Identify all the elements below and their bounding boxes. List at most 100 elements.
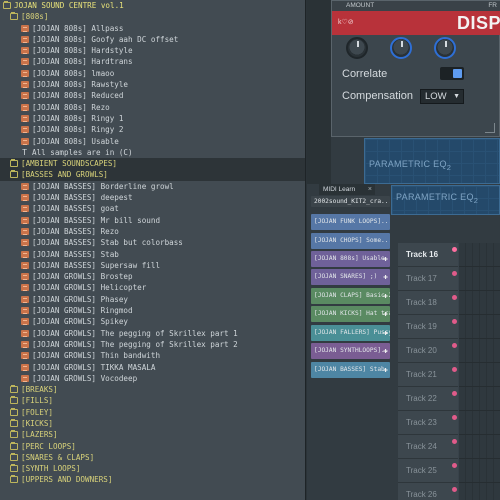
- track-mute-icon[interactable]: [452, 415, 457, 420]
- browser-file-item[interactable]: [JOJAN GROWLS] Thin bandwith: [0, 350, 305, 361]
- compensation-select[interactable]: LOW ▼: [420, 89, 464, 104]
- track-mute-icon[interactable]: [452, 463, 457, 468]
- sample-browser[interactable]: JOJAN SOUND CENTRE vol.1 [808s] [JOJAN 808…: [0, 0, 306, 500]
- add-icon[interactable]: ✚: [383, 343, 388, 359]
- track-lane[interactable]: [459, 339, 500, 363]
- browser-file-item[interactable]: [JOJAN GROWLS] Vocodeep: [0, 373, 305, 384]
- browser-file-item[interactable]: [JOJAN 808s] Usable: [0, 136, 305, 147]
- track-mute-icon[interactable]: [452, 295, 457, 300]
- browser-folder-item[interactable]: JOJAN SOUND CENTRE vol.1: [0, 0, 305, 11]
- browser-folder-item[interactable]: [PERC LOOPS]: [0, 441, 305, 452]
- eq-panel-2[interactable]: PARAMETRIC EQ2: [391, 185, 500, 215]
- browser-file-item[interactable]: [JOJAN 808s] Hardtrans: [0, 56, 305, 67]
- track-lane[interactable]: [459, 411, 500, 435]
- channel-button[interactable]: [JOJAN CLAPS] Basic 2 ✚: [311, 288, 390, 304]
- track-header[interactable]: Track 21: [398, 363, 458, 387]
- plugin-window[interactable]: AMOUNT FR k♡⊘ DISP Correlate Compensatio…: [331, 0, 500, 137]
- browser-folder-item[interactable]: [LAZERS]: [0, 429, 305, 440]
- browser-folder-item[interactable]: [UPPERS AND DOWNERS]: [0, 474, 305, 485]
- knob-3[interactable]: [434, 37, 456, 59]
- browser-file-item[interactable]: [JOJAN GROWLS] The pegging of Skrillex p…: [0, 328, 305, 339]
- track-mute-icon[interactable]: [452, 343, 457, 348]
- browser-file-item[interactable]: [JOJAN 808s] Allpass: [0, 23, 305, 34]
- browser-folder-item[interactable]: [KICKS]: [0, 418, 305, 429]
- browser-file-item[interactable]: [JOJAN 808s] lmaoo: [0, 68, 305, 79]
- add-icon[interactable]: ✚: [383, 288, 388, 304]
- browser-file-item[interactable]: [JOJAN BASSES] Stab: [0, 249, 305, 260]
- track-lane[interactable]: [459, 483, 500, 500]
- add-icon[interactable]: ✚: [383, 251, 388, 267]
- browser-file-item[interactable]: [JOJAN BASSES] Borderline growl: [0, 181, 305, 192]
- eq-panel-1[interactable]: PARAMETRIC EQ2: [364, 138, 500, 184]
- channel-button[interactable]: 2002sound_KIT2_cra...: [311, 196, 390, 207]
- track-header[interactable]: Track 24: [398, 435, 458, 459]
- track-header[interactable]: Track 18: [398, 291, 458, 315]
- track-lane[interactable]: [459, 243, 500, 267]
- browser-folder-item[interactable]: [FOLEY]: [0, 407, 305, 418]
- track-header[interactable]: Track 23: [398, 411, 458, 435]
- browser-file-item[interactable]: [JOJAN BASSES] Rezo: [0, 226, 305, 237]
- track-mute-icon[interactable]: [452, 319, 457, 324]
- browser-folder-item[interactable]: [FILLS]: [0, 395, 305, 406]
- browser-folder-item[interactable]: [808s]: [0, 11, 305, 22]
- add-icon[interactable]: ✚: [383, 325, 388, 341]
- browser-info-item[interactable]: T All samples are in (C): [0, 147, 305, 158]
- track-header[interactable]: Track 25: [398, 459, 458, 483]
- track-lane[interactable]: [459, 387, 500, 411]
- browser-file-item[interactable]: [JOJAN BASSES] Mr bill sound: [0, 215, 305, 226]
- track-mute-icon[interactable]: [452, 439, 457, 444]
- browser-file-item[interactable]: [JOJAN 808s] Ringy 2: [0, 124, 305, 135]
- browser-file-item[interactable]: [JOJAN GROWLS] Brostep: [0, 271, 305, 282]
- track-header[interactable]: Track 22: [398, 387, 458, 411]
- track-mute-icon[interactable]: [452, 391, 457, 396]
- browser-file-item[interactable]: [JOJAN GROWLS] TIKKA MASALA: [0, 362, 305, 373]
- channel-button[interactable]: [JOJAN SNARES] ;) ✚: [311, 269, 390, 285]
- track-lane[interactable]: [459, 315, 500, 339]
- browser-file-item[interactable]: [JOJAN BASSES] deepest: [0, 192, 305, 203]
- track-lane[interactable]: [459, 291, 500, 315]
- resize-handle[interactable]: [485, 123, 495, 133]
- browser-file-item[interactable]: [JOJAN 808s] Ringy 1: [0, 113, 305, 124]
- track-lane[interactable]: [459, 267, 500, 291]
- browser-file-item[interactable]: [JOJAN BASSES] Supersaw fill: [0, 260, 305, 271]
- browser-file-item[interactable]: [JOJAN BASSES] Stab but colorbass: [0, 237, 305, 248]
- channel-button[interactable]: [JOJAN SYNTHLOOPS]... ✚: [311, 343, 390, 359]
- channel-button[interactable]: [JOJAN 808s] Usable ✚: [311, 251, 390, 267]
- add-icon[interactable]: ✚: [383, 306, 388, 322]
- correlate-toggle[interactable]: [440, 67, 464, 80]
- browser-file-item[interactable]: [JOJAN 808s] Goofy aah DC offset: [0, 34, 305, 45]
- browser-file-item[interactable]: [JOJAN 808s] Rawstyle: [0, 79, 305, 90]
- add-icon[interactable]: ✚: [383, 269, 388, 285]
- browser-folder-item[interactable]: [AMBIENT SOUNDSCAPES]: [0, 158, 305, 170]
- browser-folder-item[interactable]: [SYNTH LOOPS]: [0, 463, 305, 474]
- midi-learn-tab[interactable]: MIDI Learn: [319, 184, 375, 195]
- browser-file-item[interactable]: [JOJAN BASSES] goat: [0, 203, 305, 214]
- track-header[interactable]: Track 19: [398, 315, 458, 339]
- browser-folder-item[interactable]: [BASSES AND GROWLS]: [0, 169, 305, 181]
- track-header[interactable]: Track 17: [398, 267, 458, 291]
- track-header[interactable]: Track 20: [398, 339, 458, 363]
- track-mute-icon[interactable]: [452, 271, 457, 276]
- track-lane[interactable]: [459, 435, 500, 459]
- browser-file-item[interactable]: [JOJAN 808s] Reduced: [0, 90, 305, 101]
- channel-button[interactable]: [JOJAN BASSES] Stab ✚: [311, 362, 390, 378]
- browser-file-item[interactable]: [JOJAN GROWLS] Spikey: [0, 316, 305, 327]
- track-mute-icon[interactable]: [452, 367, 457, 372]
- browser-file-item[interactable]: [JOJAN GROWLS] Phasey: [0, 294, 305, 305]
- track-mute-icon[interactable]: [452, 487, 457, 492]
- track-header[interactable]: Track 16: [398, 243, 458, 267]
- browser-file-item[interactable]: [JOJAN GROWLS] Ringmod: [0, 305, 305, 316]
- track-mute-icon[interactable]: [452, 247, 457, 252]
- channel-button[interactable]: [JOJAN KICKS] Hat tra...✚: [311, 306, 390, 322]
- browser-folder-item[interactable]: [BREAKS]: [0, 384, 305, 395]
- browser-file-item[interactable]: [JOJAN GROWLS] Helicopter: [0, 282, 305, 293]
- browser-file-item[interactable]: [JOJAN GROWLS] The pegging of Skrillex p…: [0, 339, 305, 350]
- track-lane[interactable]: [459, 363, 500, 387]
- track-header[interactable]: Track 26: [398, 483, 458, 500]
- browser-file-item[interactable]: [JOJAN 808s] Hardstyle: [0, 45, 305, 56]
- browser-file-item[interactable]: [JOJAN 808s] Rezo: [0, 102, 305, 113]
- channel-button[interactable]: [JOJAN FALLERS] Pussy ✚: [311, 325, 390, 341]
- channel-button[interactable]: [JOJAN FUNK LOOPS]...: [311, 214, 390, 230]
- browser-folder-item[interactable]: [SNARES & CLAPS]: [0, 452, 305, 463]
- knob-1[interactable]: [346, 37, 368, 59]
